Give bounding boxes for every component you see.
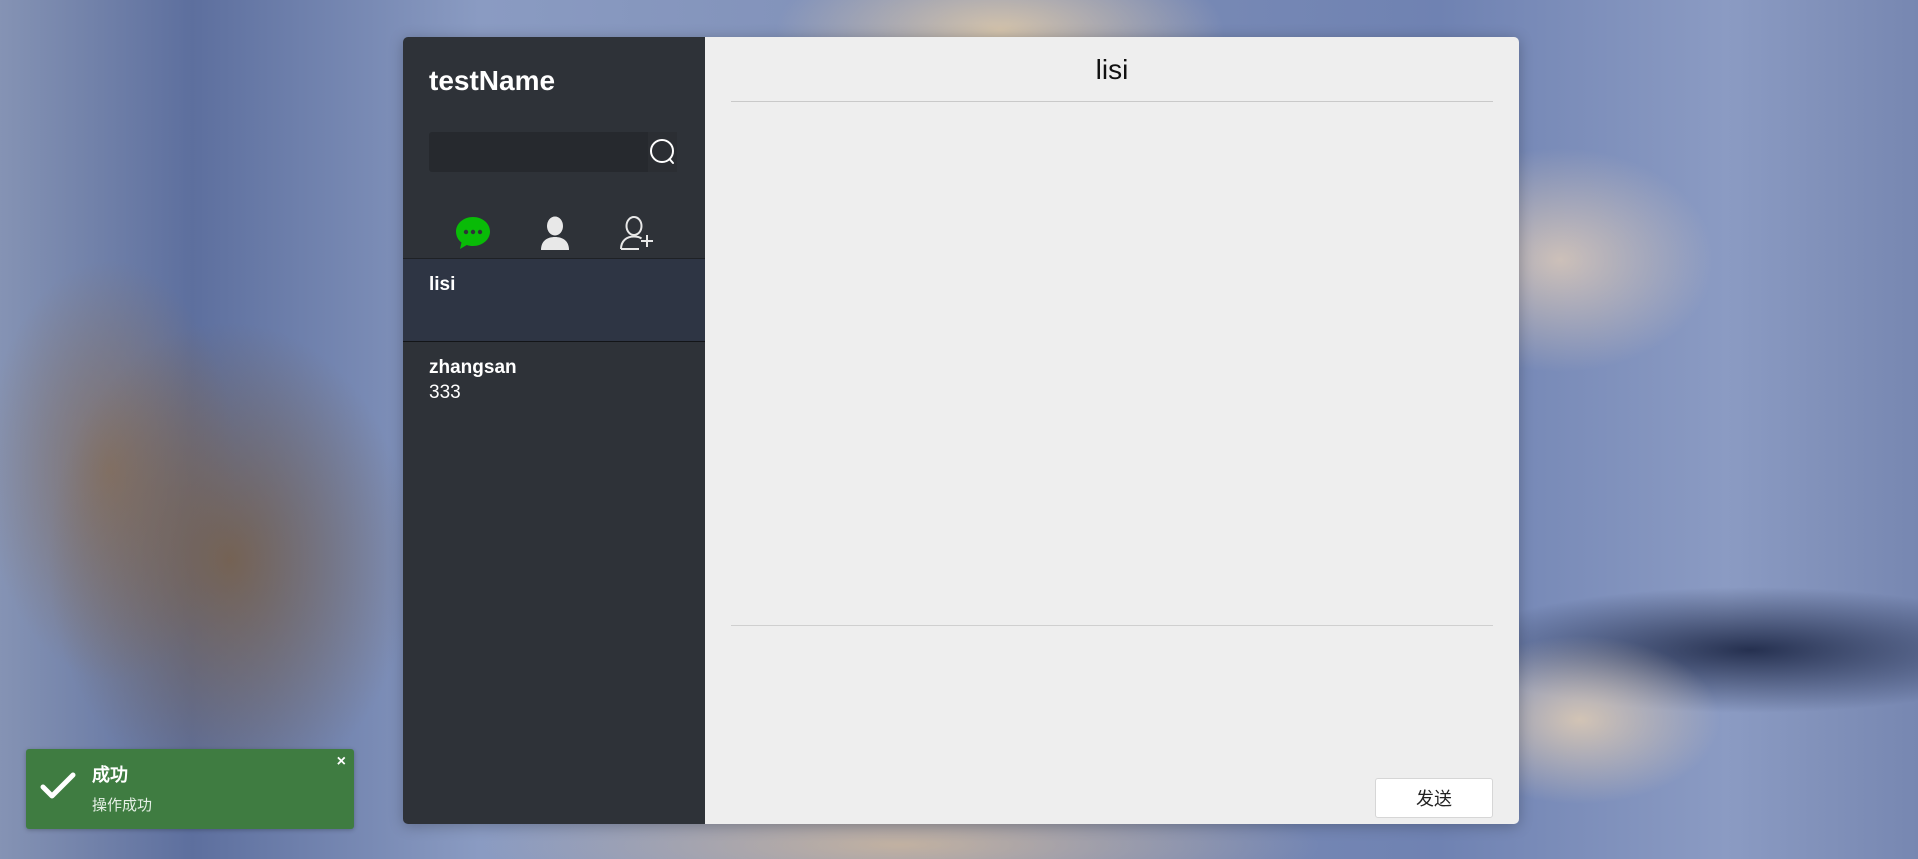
toast-close-button[interactable]: × xyxy=(337,753,346,771)
message-compose-input[interactable] xyxy=(731,627,1493,787)
send-button[interactable]: 发送 xyxy=(1375,778,1493,818)
checkmark-icon xyxy=(40,772,76,799)
tab-chat[interactable] xyxy=(453,213,493,253)
search-icon xyxy=(649,139,674,164)
chat-bubble-icon xyxy=(456,217,490,249)
chat-app-window: testName lisi zhangsan 333 lisi 发送 xyxy=(403,37,1519,824)
search-input[interactable] xyxy=(429,132,648,172)
current-username: testName xyxy=(429,65,556,96)
session-name: zhangsan xyxy=(429,357,517,378)
toast-title: 成功 xyxy=(92,765,128,785)
toast-message: 操作成功 xyxy=(92,797,153,814)
sidebar-tabs xyxy=(429,213,677,253)
compose-divider xyxy=(731,625,1493,626)
session-name: lisi xyxy=(429,274,456,295)
session-last-message: 333 xyxy=(429,382,461,403)
search-button[interactable] xyxy=(648,132,677,172)
chat-title: lisi xyxy=(731,37,1493,102)
sidebar: testName lisi zhangsan 333 xyxy=(403,37,705,824)
success-toast: 成功 操作成功 × xyxy=(26,749,354,829)
person-icon xyxy=(541,216,569,250)
session-item[interactable]: zhangsan 333 xyxy=(403,342,705,425)
tab-contacts[interactable] xyxy=(535,213,575,253)
chat-panel: lisi 发送 xyxy=(705,37,1519,824)
session-list: lisi zhangsan 333 xyxy=(403,258,705,425)
search-box xyxy=(429,132,677,172)
add-person-icon xyxy=(620,216,653,250)
message-area xyxy=(731,103,1493,623)
session-item[interactable]: lisi xyxy=(403,259,705,342)
tab-add-friend[interactable] xyxy=(617,213,657,253)
